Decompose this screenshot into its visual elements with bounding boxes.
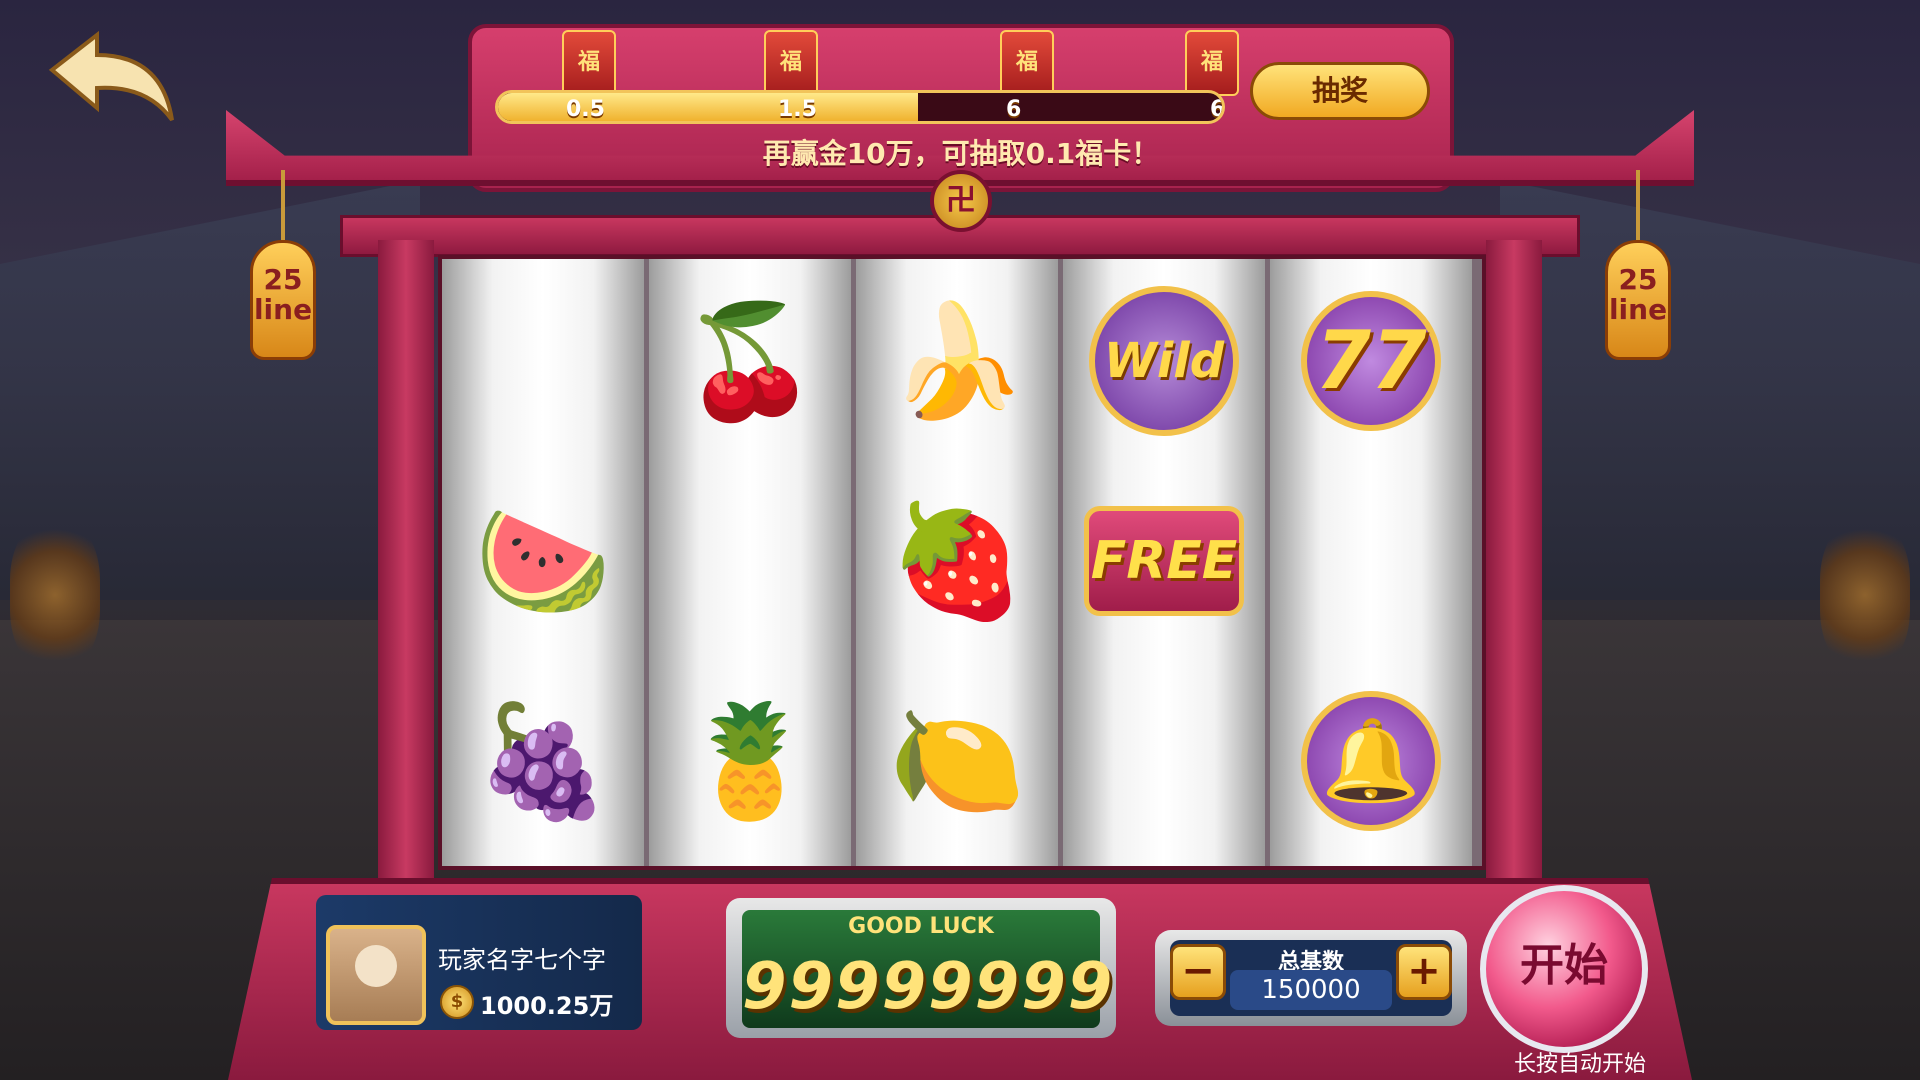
- score-value: 99999999: [742, 950, 1115, 1024]
- pillar-right: [1486, 240, 1542, 890]
- free-symbol-icon: FREE: [1084, 481, 1244, 641]
- paylines-indicator-right: 25 line: [1605, 240, 1671, 360]
- bet-decrease-button[interactable]: −: [1170, 944, 1226, 1000]
- fortune-card-icon: 福: [764, 30, 818, 96]
- reel-column: 🍒 🍍: [649, 259, 851, 866]
- milestone-value: 0.5: [566, 97, 605, 122]
- reel-column: 🍌 🍓 🍋: [856, 259, 1058, 866]
- lemon-symbol-icon: 🍋: [888, 697, 1026, 825]
- background-lantern-right: [1820, 520, 1910, 670]
- milestone-value: 1.5: [778, 97, 817, 122]
- watermelon-symbol-icon: 🍉: [474, 497, 612, 625]
- score-label: GOOD LUCK: [848, 914, 994, 939]
- fortune-medallion-icon: 卍: [930, 170, 992, 232]
- paylines-unit: line: [1608, 293, 1668, 326]
- wild-symbol-icon: Wild: [1084, 281, 1244, 441]
- bells-icon: 🔔: [1301, 691, 1441, 831]
- reel-column: Wild FREE: [1063, 259, 1265, 866]
- fortune-card-icon: 福: [1000, 30, 1054, 96]
- free-text: FREE: [1084, 506, 1244, 616]
- fortune-card-icon: 福: [562, 30, 616, 96]
- fortune-card-icon: 福: [1185, 30, 1239, 96]
- paylines-count: 25: [263, 263, 303, 296]
- cherry-symbol-icon: 🍒: [681, 297, 819, 425]
- slot-reels: 🍉 🍇 🍒 🍍 🍌 🍓 🍋 Wild FREE 77 🔔: [438, 255, 1486, 870]
- bells-symbol-icon: 🔔: [1291, 681, 1451, 841]
- lottery-progress-bar: 0.5 1.5 6 6: [495, 90, 1225, 124]
- wild-text: Wild: [1089, 286, 1239, 436]
- background-lantern-left: [10, 520, 100, 670]
- reel-column: 77 🔔: [1270, 259, 1472, 866]
- player-name: 玩家名字七个字: [438, 946, 606, 974]
- coin-icon: $: [440, 985, 474, 1019]
- grapes-symbol-icon: 🍇: [474, 697, 612, 825]
- lottery-hint-text: 再赢金10万，可抽取0.1福卡！: [762, 137, 1160, 170]
- avatar-dog-icon: [355, 945, 397, 987]
- bet-value: 150000: [1230, 970, 1392, 1010]
- start-spin-button[interactable]: 开始: [1480, 885, 1648, 1053]
- reel-column: 🍉 🍇: [442, 259, 644, 866]
- paylines-unit: line: [253, 293, 313, 326]
- player-balance: 1000.25万: [480, 992, 614, 1020]
- pillar-left: [378, 240, 434, 890]
- seven-symbol-icon: 77: [1291, 281, 1451, 441]
- back-button[interactable]: [42, 30, 182, 130]
- bet-increase-button[interactable]: +: [1396, 944, 1452, 1000]
- paylines-count: 25: [1618, 263, 1658, 296]
- bell-chain: [1636, 170, 1640, 240]
- banana-symbol-icon: 🍌: [888, 297, 1026, 425]
- seven-text: 77: [1301, 291, 1441, 431]
- bell-chain: [281, 170, 285, 240]
- paylines-indicator-left: 25 line: [250, 240, 316, 360]
- lychee-symbol-icon: 🍓: [888, 497, 1026, 625]
- back-arrow-icon: [48, 30, 174, 122]
- milestone-value: 6: [1006, 97, 1022, 122]
- lottery-progress-fill: [498, 93, 918, 121]
- pineapple-symbol-icon: 🍍: [681, 697, 819, 825]
- draw-lottery-button[interactable]: 抽奖: [1250, 62, 1430, 120]
- start-hint-text: 长按自动开始: [1513, 1052, 1646, 1077]
